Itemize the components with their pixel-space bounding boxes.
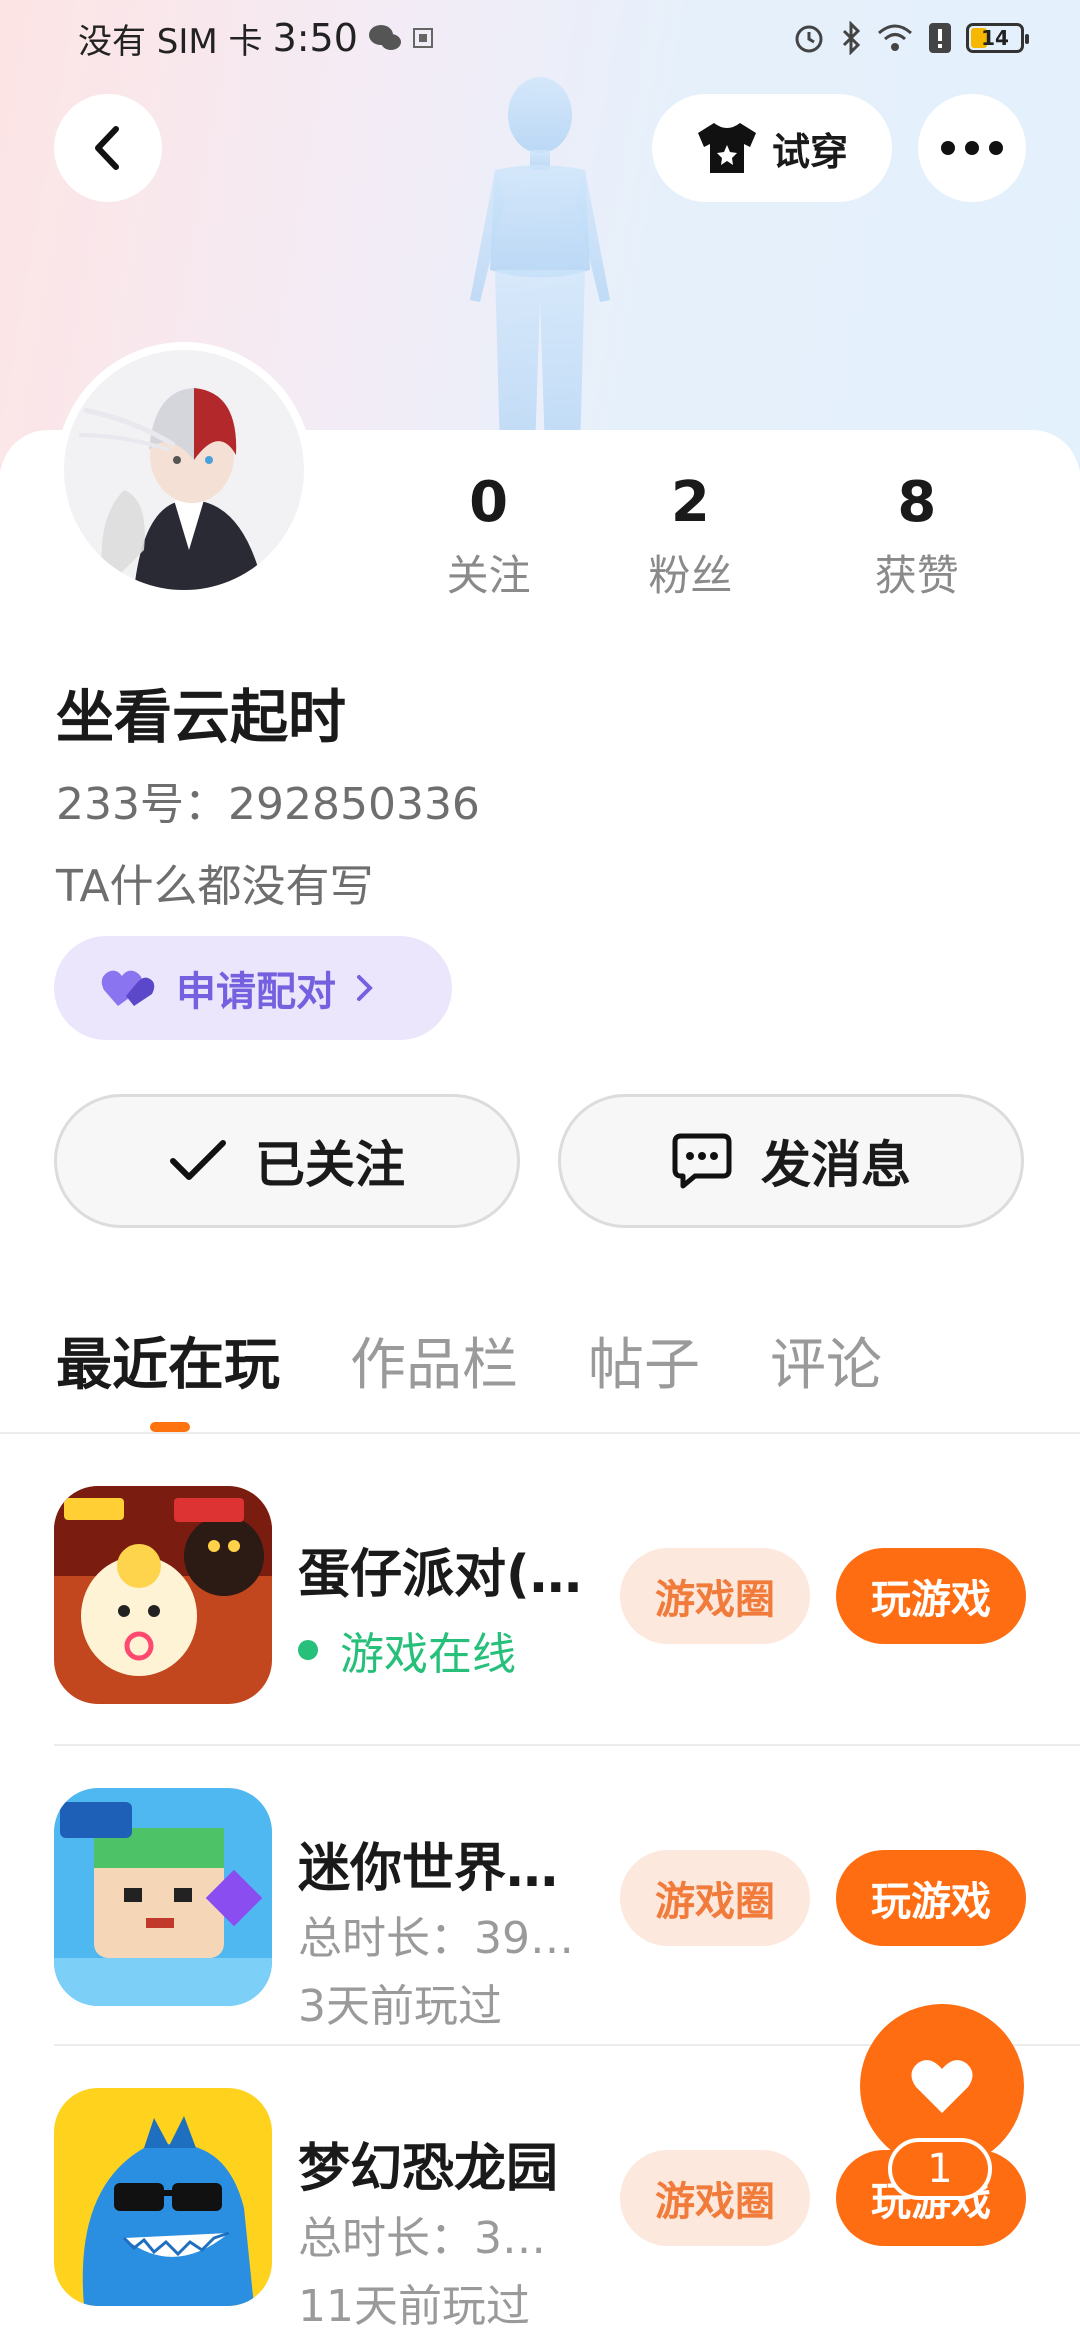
avatar[interactable] <box>56 342 312 598</box>
back-button[interactable] <box>54 94 162 202</box>
nickname: 坐看云起时 <box>56 683 347 751</box>
checkmark-icon <box>170 1140 226 1180</box>
user-id: 233号：292850336 <box>56 779 480 830</box>
game-circle-button[interactable]: 游戏圈 <box>620 1548 810 1644</box>
status-left: 没有 SIM 卡 3:50 <box>78 14 434 63</box>
status-right: 14 <box>792 21 1029 55</box>
tab-recent-played[interactable]: 最近在玩 <box>56 1320 280 1401</box>
alarm-icon <box>792 21 826 55</box>
game-online-status: 游戏在线 <box>298 1618 516 1682</box>
stat-fans[interactable]: 2 粉丝 <box>577 468 803 603</box>
tabs-divider <box>0 1432 1080 1434</box>
stat-fans-label: 粉丝 <box>648 551 733 600</box>
bio: TA什么都没有写 <box>56 861 374 912</box>
wechat-icon <box>368 23 402 53</box>
play-game-button[interactable]: 玩游戏 <box>836 1850 1026 1946</box>
carrier-text: 没有 SIM 卡 <box>78 21 263 62</box>
stat-following[interactable]: 0 关注 <box>400 468 577 603</box>
tab-comments[interactable]: 评论 <box>770 1320 882 1401</box>
stat-likes-value: 8 <box>897 470 937 535</box>
game-title: 蛋仔派对(… <box>298 1545 582 1605</box>
game-playtime: 总时长：3… <box>298 2213 546 2264</box>
game-last-played: 3天前玩过 <box>298 1981 502 2032</box>
try-on-label: 试穿 <box>771 129 848 174</box>
stat-following-label: 关注 <box>446 551 531 600</box>
game-playtime: 总时长：39… <box>298 1913 574 1964</box>
heart-icon <box>911 2060 973 2113</box>
try-on-button[interactable]: 试穿 <box>652 94 892 202</box>
stat-fans-value: 2 <box>670 470 710 535</box>
more-dots-icon <box>941 141 1003 155</box>
like-count-badge: 1 <box>888 2138 992 2200</box>
request-pair-label: 申请配对 <box>176 969 336 1015</box>
double-heart-icon <box>101 970 155 1006</box>
active-tab-indicator <box>150 1422 190 1432</box>
game-icon-eggy-party <box>54 1486 272 1704</box>
profile-stats: 0 关注 2 粉丝 8 获赞 <box>400 468 1030 603</box>
tshirt-icon <box>697 123 756 173</box>
game-last-played: 11天前玩过 <box>298 2281 530 2332</box>
list-item[interactable]: 蛋仔派对(… 游戏在线 游戏圈 玩游戏 <box>0 1486 1080 1786</box>
chevron-right-icon <box>357 975 373 1001</box>
profile-tabs: 最近在玩 作品栏 帖子 评论 <box>56 1320 882 1401</box>
game-online-label: 游戏在线 <box>340 1629 516 1680</box>
game-circle-button[interactable]: 游戏圈 <box>620 2150 810 2246</box>
game-circle-button[interactable]: 游戏圈 <box>620 1850 810 1946</box>
profile-screen: 没有 SIM 卡 3:50 14 试穿 0 关注 2 粉丝 8 获赞 坐看云起时… <box>0 0 1080 2340</box>
tab-works[interactable]: 作品栏 <box>350 1320 518 1401</box>
bluetooth-icon <box>840 21 862 55</box>
screenshot-icon <box>412 27 434 49</box>
followed-label: 已关注 <box>255 1136 405 1194</box>
online-dot-icon <box>298 1640 318 1660</box>
play-game-button[interactable]: 玩游戏 <box>836 1548 1026 1644</box>
more-options-button[interactable] <box>918 94 1026 202</box>
chevron-left-icon <box>95 126 119 170</box>
wifi-icon <box>876 23 914 53</box>
game-icon-dino-park <box>54 2088 272 2306</box>
battery-indicator: 14 <box>966 23 1029 53</box>
game-icon-mini-world <box>54 1788 272 2006</box>
request-pair-button[interactable]: 申请配对 <box>54 936 452 1040</box>
stat-following-value: 0 <box>469 470 509 535</box>
clock: 3:50 <box>272 16 358 60</box>
row-divider <box>54 1744 1080 1746</box>
sim-alert-icon <box>928 22 952 54</box>
stat-likes[interactable]: 8 获赞 <box>804 468 1030 603</box>
status-bar: 没有 SIM 卡 3:50 14 <box>0 0 1080 76</box>
send-message-label: 发消息 <box>761 1136 911 1194</box>
game-title: 梦幻恐龙园 <box>298 2139 559 2199</box>
followed-button[interactable]: 已关注 <box>54 1094 520 1228</box>
avatar-image <box>64 350 304 590</box>
game-title: 迷你世界… <box>298 1839 559 1899</box>
stat-likes-label: 获赞 <box>874 551 959 600</box>
tab-posts[interactable]: 帖子 <box>588 1320 700 1401</box>
send-message-button[interactable]: 发消息 <box>558 1094 1024 1228</box>
avatar-3d-figure <box>470 77 610 450</box>
chat-bubble-icon <box>672 1133 732 1189</box>
